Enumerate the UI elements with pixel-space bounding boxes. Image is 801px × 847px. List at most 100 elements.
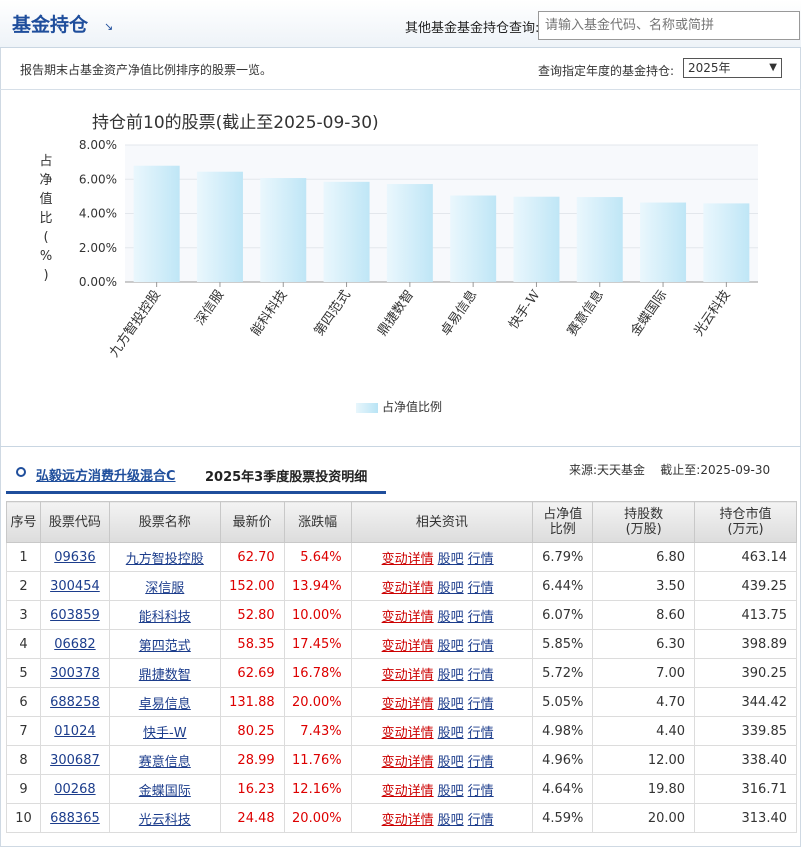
stock-code-link[interactable]: 300454 <box>50 579 100 594</box>
row-change: 17.45% <box>283 629 352 659</box>
quote-link[interactable]: 行情 <box>468 784 494 799</box>
section-title: 2025年3季度股票投资明细 <box>205 470 368 485</box>
year-select[interactable]: 2025年 ▼ <box>683 58 782 78</box>
stock-code-link[interactable]: 603859 <box>50 608 100 623</box>
stock-code-link[interactable]: 01024 <box>54 724 95 739</box>
chart-title: 持仓前10的股票(截止至2025-09-30) <box>92 113 379 133</box>
change-detail-link[interactable]: 变动详情 <box>382 755 434 770</box>
quote-link[interactable]: 行情 <box>468 813 494 828</box>
row-price: 28.99 <box>219 745 285 775</box>
quote-link[interactable]: 行情 <box>468 552 494 567</box>
arrow-icon[interactable]: ↘ <box>104 20 113 33</box>
row-news: 变动详情 股吧 行情 <box>350 774 534 804</box>
quote-link[interactable]: 行情 <box>468 639 494 654</box>
quote-link[interactable]: 行情 <box>468 697 494 712</box>
row-change: 7.43% <box>283 716 352 746</box>
x-tick-label: 能科科技 <box>248 288 290 339</box>
change-detail-link[interactable]: 变动详情 <box>382 697 434 712</box>
quote-link[interactable]: 行情 <box>468 610 494 625</box>
stock-name-link[interactable]: 能科科技 <box>139 610 191 625</box>
row-value: 339.85 <box>694 716 797 746</box>
table-row: 5 300378 鼎捷数智 62.69 16.78% 变动详情 股吧 行情 5.72% 7.00 3… <box>6 658 797 688</box>
change-detail-link[interactable]: 变动详情 <box>382 610 434 625</box>
row-news: 变动详情 股吧 行情 <box>350 571 534 601</box>
row-name: 快手-W <box>108 716 221 746</box>
quote-link[interactable]: 行情 <box>468 755 494 770</box>
change-detail-link[interactable]: 变动详情 <box>382 726 434 741</box>
col-change: 涨跌幅 <box>283 501 352 543</box>
guba-link[interactable]: 股吧 <box>438 697 464 712</box>
stock-name-link[interactable]: 光云科技 <box>139 813 191 828</box>
stock-code-link[interactable]: 300687 <box>50 753 100 768</box>
change-detail-link[interactable]: 变动详情 <box>382 813 434 828</box>
stock-code-link[interactable]: 688365 <box>50 811 100 826</box>
stock-name-link[interactable]: 快手-W <box>143 726 187 741</box>
stock-name-link[interactable]: 金蝶国际 <box>139 784 191 799</box>
row-code: 01024 <box>39 716 110 746</box>
row-news: 变动详情 股吧 行情 <box>350 803 534 833</box>
guba-link[interactable]: 股吧 <box>438 639 464 654</box>
row-seq: 1 <box>6 542 41 572</box>
row-price: 58.35 <box>219 629 285 659</box>
stock-name-link[interactable]: 赛意信息 <box>139 755 191 770</box>
circle-icon <box>16 467 26 477</box>
stock-name-link[interactable]: 卓易信息 <box>139 697 191 712</box>
description-text: 报告期末占基金资产净值比例排序的股票一览。 <box>20 63 273 77</box>
row-news: 变动详情 股吧 行情 <box>350 658 534 688</box>
fund-name-link[interactable]: 弘毅远方消费升级混合C <box>36 465 176 484</box>
row-news: 变动详情 股吧 行情 <box>350 629 534 659</box>
quote-link[interactable]: 行情 <box>468 581 494 596</box>
search-input[interactable] <box>538 11 800 40</box>
y-axis-label-char: 值 <box>39 191 52 207</box>
header: 基金持仓 ↘ 其他基金基金持仓查询: <box>0 0 801 48</box>
stock-name-link[interactable]: 九方智投控股 <box>126 552 204 567</box>
stock-code-link[interactable]: 00268 <box>54 782 95 797</box>
row-code: 09636 <box>39 542 110 572</box>
stock-name-link[interactable]: 鼎捷数智 <box>139 668 191 683</box>
guba-link[interactable]: 股吧 <box>438 610 464 625</box>
row-shares: 8.60 <box>592 600 696 630</box>
bar <box>576 197 623 282</box>
row-news: 变动详情 股吧 行情 <box>350 542 534 572</box>
quote-link[interactable]: 行情 <box>468 726 494 741</box>
row-ratio: 4.96% <box>532 745 594 775</box>
stock-name-link[interactable]: 第四范式 <box>139 639 191 654</box>
guba-link[interactable]: 股吧 <box>438 726 464 741</box>
change-detail-link[interactable]: 变动详情 <box>382 668 434 683</box>
bar <box>260 178 307 282</box>
stock-code-link[interactable]: 688258 <box>50 695 100 710</box>
table-row: 9 00268 金蝶国际 16.23 12.16% 变动详情 股吧 行情 4.64% 19.80 3… <box>6 774 797 804</box>
change-detail-link[interactable]: 变动详情 <box>382 581 434 596</box>
stock-code-link[interactable]: 06682 <box>54 637 95 652</box>
guba-link[interactable]: 股吧 <box>438 813 464 828</box>
x-tick-label: 光云科技 <box>692 288 734 339</box>
guba-link[interactable]: 股吧 <box>438 552 464 567</box>
row-change: 13.94% <box>283 571 352 601</box>
row-change: 12.16% <box>283 774 352 804</box>
change-detail-link[interactable]: 变动详情 <box>382 639 434 654</box>
stock-name-link[interactable]: 深信服 <box>145 581 184 596</box>
guba-link[interactable]: 股吧 <box>438 581 464 596</box>
table-row: 3 603859 能科科技 52.80 10.00% 变动详情 股吧 行情 6.07% 8.60 4… <box>6 600 797 630</box>
change-detail-link[interactable]: 变动详情 <box>382 552 434 567</box>
stock-code-link[interactable]: 300378 <box>50 666 100 681</box>
guba-link[interactable]: 股吧 <box>438 668 464 683</box>
x-tick-label: 快手-W <box>506 287 544 332</box>
bar <box>513 196 560 282</box>
row-seq: 7 <box>6 716 41 746</box>
row-seq: 5 <box>6 658 41 688</box>
guba-link[interactable]: 股吧 <box>438 784 464 799</box>
stock-code-link[interactable]: 09636 <box>54 550 95 565</box>
row-ratio: 4.98% <box>532 716 594 746</box>
guba-link[interactable]: 股吧 <box>438 755 464 770</box>
page-title: 基金持仓 <box>12 14 89 36</box>
y-tick-label: 0.00% <box>79 275 117 289</box>
row-ratio: 5.72% <box>532 658 594 688</box>
change-detail-link[interactable]: 变动详情 <box>382 784 434 799</box>
table-row: 4 06682 第四范式 58.35 17.45% 变动详情 股吧 行情 5.85% 6.30 39… <box>6 629 797 659</box>
x-tick-label: 卓易信息 <box>437 287 480 339</box>
row-shares: 6.80 <box>592 542 696 572</box>
quote-link[interactable]: 行情 <box>468 668 494 683</box>
row-ratio: 5.05% <box>532 687 594 717</box>
row-news: 变动详情 股吧 行情 <box>350 687 534 717</box>
